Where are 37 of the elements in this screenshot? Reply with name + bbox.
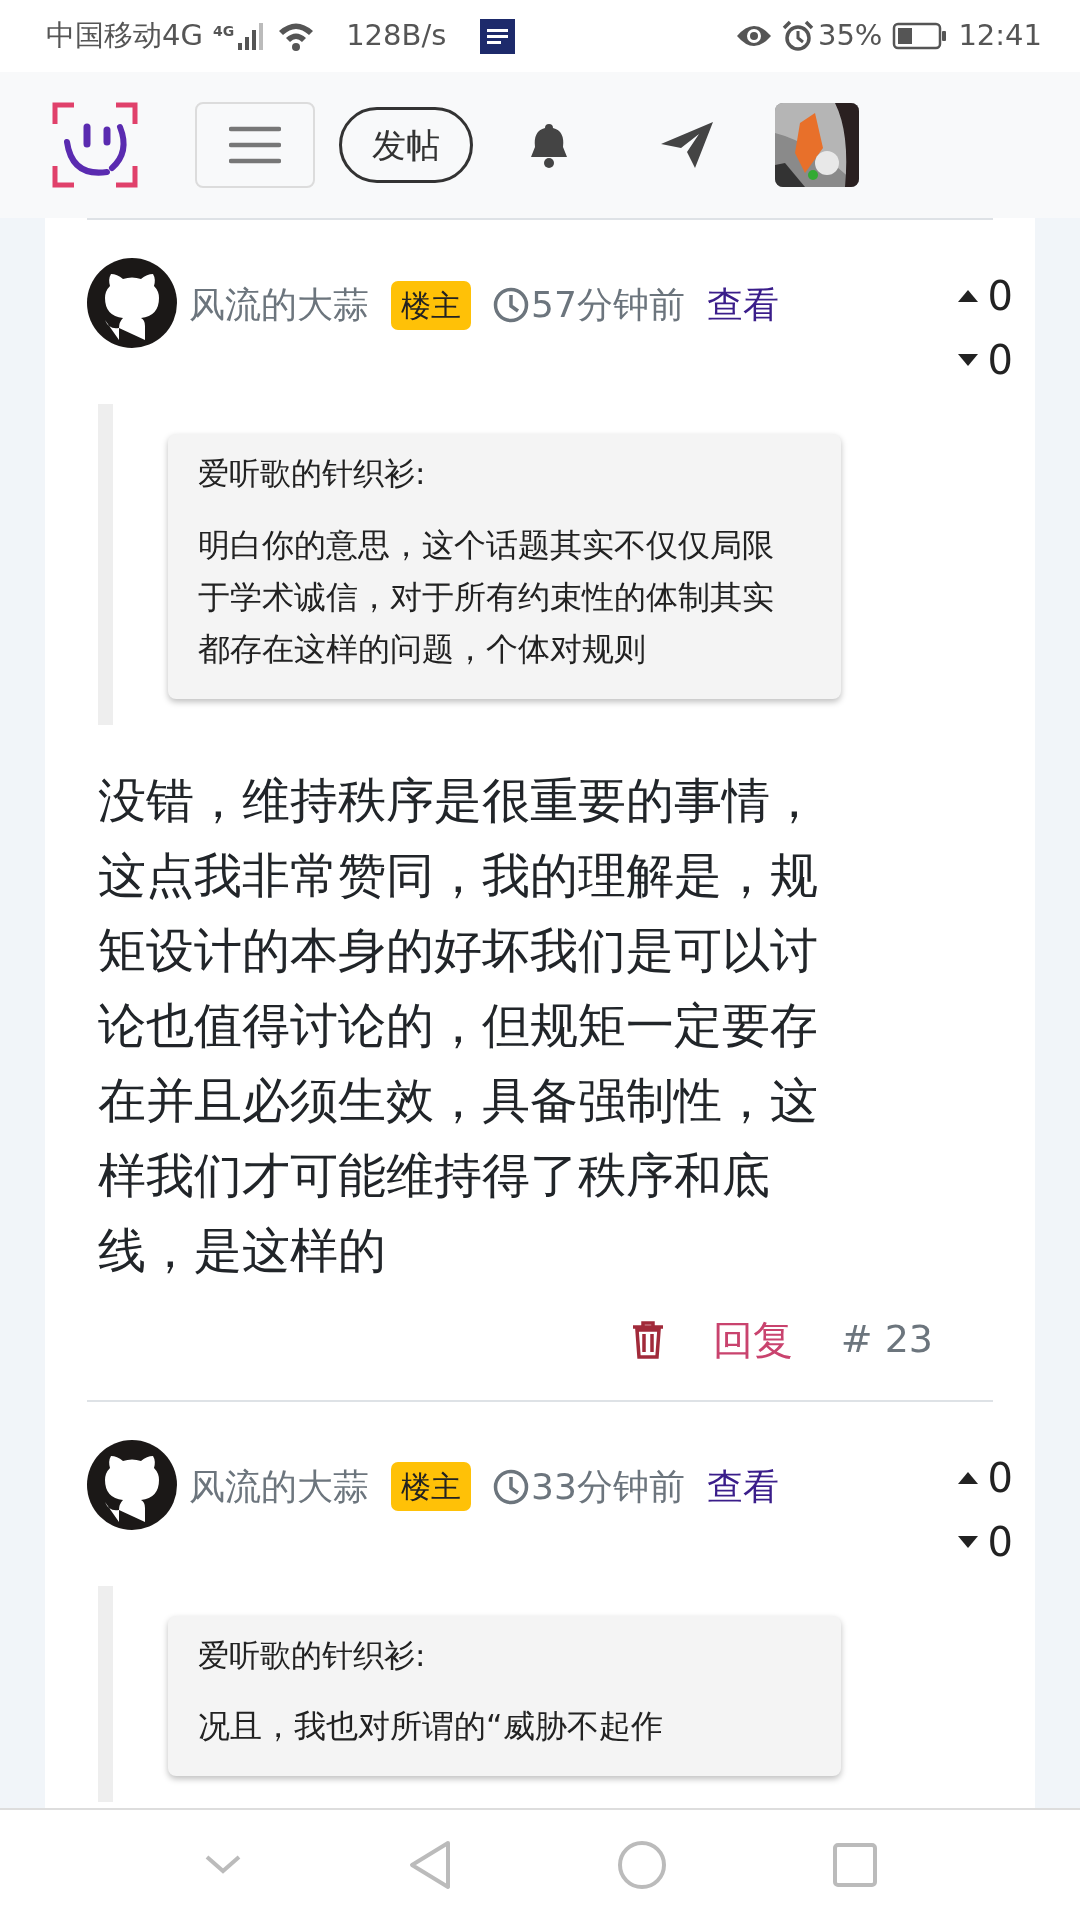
author-badge: 楼主 — [391, 280, 471, 330]
author-name: 风流的大蒜 — [189, 283, 369, 327]
upvote-count: 0 — [987, 1457, 1013, 1498]
alarm-icon — [781, 20, 814, 52]
trash-icon[interactable] — [630, 1319, 665, 1360]
menu-button[interactable] — [195, 102, 315, 188]
network-speed-text: 128B/s — [346, 17, 447, 55]
quote-author: 爱听歌的针织衫: — [198, 454, 427, 493]
battery-percent-text: 35% — [817, 17, 883, 55]
quote-text: 况且，我也对所谓的“威胁不起作 — [198, 1706, 664, 1747]
post-body: 没错，维持秩序是很重要的事情，这点我非常赞同，我的理解是，规矩设计的本身的好坏我们是可以讨论也值得讨论的，但规矩一定要存在并且必须生效，具备强制性，这样我们才可能维持得了秩序和底线，是这样的 — [98, 771, 819, 1280]
github-avatar-icon — [87, 258, 177, 348]
logo-icon — [52, 102, 138, 188]
view-link[interactable]: 查看 — [706, 278, 779, 332]
floor-number: # 23 — [840, 1316, 933, 1363]
downvote-count: 0 — [987, 1521, 1013, 1562]
quote-author: 爱听歌的针织衫: — [198, 1635, 427, 1675]
github-avatar-icon — [87, 1439, 177, 1530]
post-time: 33分钟前 — [531, 1464, 685, 1509]
clock-icon — [493, 1468, 529, 1505]
reply-link[interactable]: 回复 — [712, 1309, 793, 1370]
clock-icon — [493, 287, 529, 323]
news-app-icon — [480, 18, 516, 54]
carrier-text: 中国移动4G — [46, 17, 203, 55]
new-post-button[interactable]: 发帖 — [339, 107, 473, 183]
clock-text: 12:41 — [958, 17, 1042, 55]
author-name: 风流的大蒜 — [189, 1464, 369, 1509]
menu-icon — [229, 125, 281, 165]
post-time: 57分钟前 — [531, 283, 685, 327]
paper-plane-icon[interactable] — [659, 120, 715, 170]
network-text: 4G — [212, 22, 235, 41]
downvote-count: 0 — [987, 340, 1013, 380]
author-badge: 楼主 — [391, 1462, 471, 1511]
upvote-count: 0 — [987, 276, 1013, 316]
view-link[interactable]: 查看 — [706, 1459, 779, 1514]
battery-icon — [892, 22, 949, 50]
quote-text: 明白你的意思，这个话题其实不仅仅局限于学术诚信，对于所有约束性的体制其实都存在这样的问题，个体对规则 — [198, 524, 775, 670]
